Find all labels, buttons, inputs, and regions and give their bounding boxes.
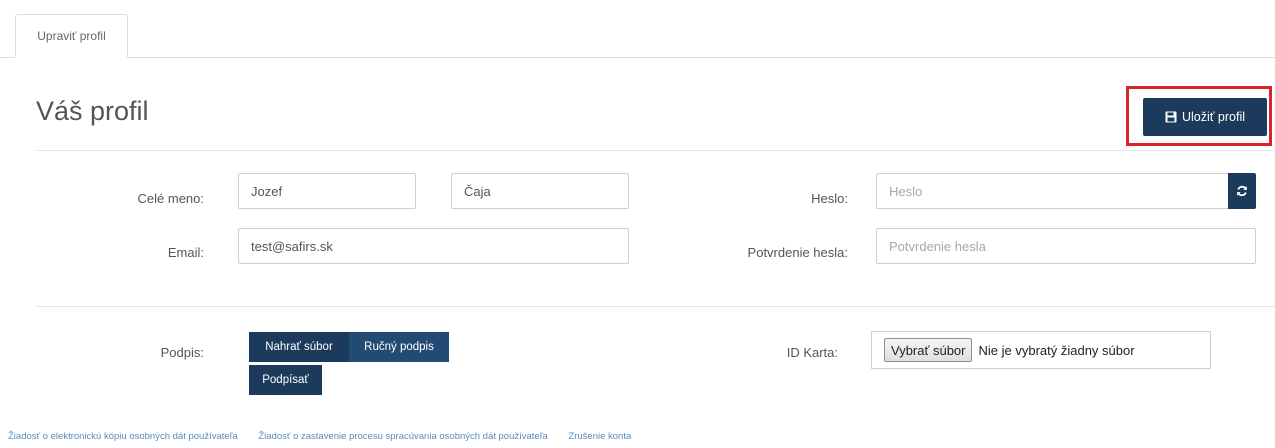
footer-link-cancel-account[interactable]: Zrušenie konta <box>568 431 631 442</box>
id-card-file-input[interactable]: Vybrať súbor Nie je vybratý žiadny súbor <box>871 331 1211 369</box>
email-label: Email: <box>167 245 204 260</box>
sign-button[interactable]: Podpísať <box>249 365 322 395</box>
full-name-label: Celé meno: <box>137 191 204 206</box>
header-divider <box>36 150 1275 151</box>
file-status: Nie je vybratý žiadny súbor <box>978 342 1135 358</box>
choose-file-button[interactable]: Vybrať súbor <box>884 338 973 362</box>
generate-password-button[interactable] <box>1228 173 1256 209</box>
tab-edit-profile[interactable]: Upraviť profil <box>15 14 128 58</box>
upload-file-button[interactable]: Nahrať súbor <box>249 332 349 362</box>
save-profile-button[interactable]: Uložiť profil <box>1143 98 1267 136</box>
tab-bar-line <box>0 57 1275 58</box>
manual-signature-button[interactable]: Ručný podpis <box>349 332 449 362</box>
refresh-icon <box>1237 185 1247 197</box>
floppy-disk-icon <box>1165 111 1177 123</box>
form-divider <box>36 306 1275 307</box>
save-profile-label: Uložiť profil <box>1181 110 1246 124</box>
tab-bar: Upraviť profil <box>0 0 1275 58</box>
footer-links: Žiadosť o elektronickú kópiu osobných dá… <box>8 431 649 442</box>
password-confirm-input[interactable]: Potvrdenie hesla <box>876 228 1256 264</box>
id-card-label: ID Karta: <box>786 345 838 360</box>
footer-link-data-copy[interactable]: Žiadosť o elektronickú kópiu osobných dá… <box>8 431 238 442</box>
password-confirm-label: Potvrdenie hesla: <box>747 245 848 260</box>
last-name-input[interactable]: Čaja <box>451 173 629 209</box>
signature-label: Podpis: <box>160 345 204 360</box>
email-input[interactable]: test@safirs.sk <box>238 228 629 264</box>
password-label: Heslo: <box>811 191 848 206</box>
page-title: Váš profil <box>36 96 149 126</box>
first-name-input[interactable]: Jozef <box>238 173 416 209</box>
footer-link-stop-processing[interactable]: Žiadosť o zastavenie procesu spracúvania… <box>258 431 547 442</box>
password-input[interactable]: Heslo <box>876 173 1229 209</box>
